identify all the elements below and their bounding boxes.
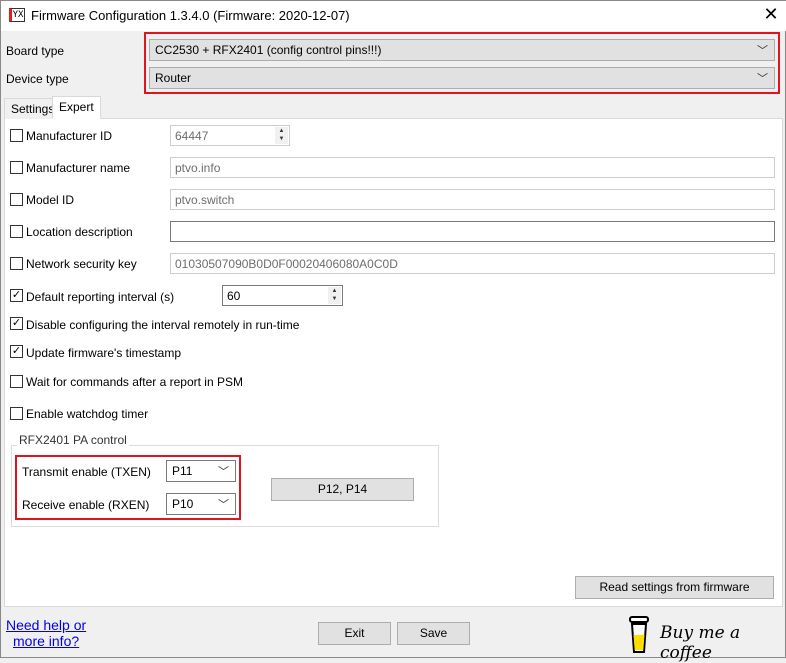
location-checkbox[interactable]: [10, 225, 23, 238]
option-checkbox[interactable]: [10, 375, 23, 388]
board-type-value: CC2530 + RFX2401 (config control pins!!!…: [155, 43, 382, 57]
manufacturer-name-checkbox[interactable]: [10, 161, 23, 174]
read-settings-button[interactable]: Read settings from firmware: [575, 576, 774, 599]
rxen-select[interactable]: P10 ﹀: [166, 493, 236, 515]
help-link[interactable]: Need help or more info?: [6, 617, 86, 649]
network-key-label: Network security key: [26, 257, 137, 271]
spin-buttons[interactable]: ▲ ▼: [328, 287, 341, 304]
tab-expert[interactable]: Expert: [52, 96, 101, 119]
manufacturer-name-label: Manufacturer name: [26, 161, 131, 175]
pa-control-legend: RFX2401 PA control: [17, 433, 129, 447]
location-input[interactable]: [170, 221, 775, 242]
chevron-down-icon: ﹀: [757, 45, 768, 57]
model-id-checkbox[interactable]: [10, 193, 23, 206]
chevron-down-icon: ﹀: [218, 466, 229, 478]
manufacturer-id-checkbox[interactable]: [10, 129, 23, 142]
model-id-label: Model ID: [26, 193, 75, 207]
save-button[interactable]: Save: [397, 622, 470, 645]
board-type-select[interactable]: CC2530 + RFX2401 (config control pins!!!…: [149, 39, 775, 61]
app-icon: YX: [9, 8, 25, 22]
device-type-label: Device type: [6, 72, 69, 86]
network-key-checkbox[interactable]: [10, 257, 23, 270]
rxen-label: Receive enable (RXEN): [22, 498, 150, 512]
network-key-input[interactable]: 01030507090B0D0F00020406080A0C0D: [170, 253, 775, 274]
manufacturer-id-input[interactable]: 64447 ▲ ▼: [170, 125, 290, 146]
coffee-cup-icon: [629, 616, 649, 653]
model-id-input[interactable]: ptvo.switch: [170, 189, 775, 210]
close-button[interactable]: ✕: [761, 4, 781, 25]
reporting-interval-checkbox[interactable]: ✓: [10, 289, 23, 302]
option-checkbox[interactable]: ✓: [10, 345, 23, 358]
reporting-interval-label: Default reporting interval (s): [26, 290, 175, 304]
chevron-down-icon: ﹀: [757, 73, 768, 85]
board-type-label: Board type: [6, 44, 65, 58]
option-label: Enable watchdog timer: [26, 407, 149, 421]
spin-buttons[interactable]: ▲ ▼: [275, 127, 288, 144]
option-label: Update firmware's timestamp: [26, 346, 182, 360]
device-type-select[interactable]: Router ﹀: [149, 67, 775, 89]
option-label: Wait for commands after a report in PSM: [26, 375, 243, 389]
pins-button[interactable]: P12, P14: [271, 478, 414, 501]
option-label: Disable configuring the interval remotel…: [26, 318, 300, 332]
option-checkbox[interactable]: ✓: [10, 317, 23, 330]
device-type-value: Router: [155, 71, 192, 85]
chevron-down-icon: ﹀: [218, 499, 229, 511]
buy-me-a-coffee-button[interactable]: Buy me a coffee: [627, 615, 777, 663]
window-title: Firmware Configuration 1.3.4.0 (Firmware…: [31, 8, 350, 23]
location-label: Location description: [26, 225, 133, 239]
manufacturer-id-label: Manufacturer ID: [26, 129, 113, 143]
manufacturer-name-input[interactable]: ptvo.info: [170, 157, 775, 178]
txen-label: Transmit enable (TXEN): [22, 465, 151, 479]
reporting-interval-input[interactable]: 60 ▲ ▼: [222, 285, 343, 306]
txen-select[interactable]: P11 ﹀: [166, 460, 236, 482]
exit-button[interactable]: Exit: [318, 622, 391, 645]
coffee-text: Buy me a coffee: [660, 623, 741, 663]
option-checkbox[interactable]: [10, 407, 23, 420]
